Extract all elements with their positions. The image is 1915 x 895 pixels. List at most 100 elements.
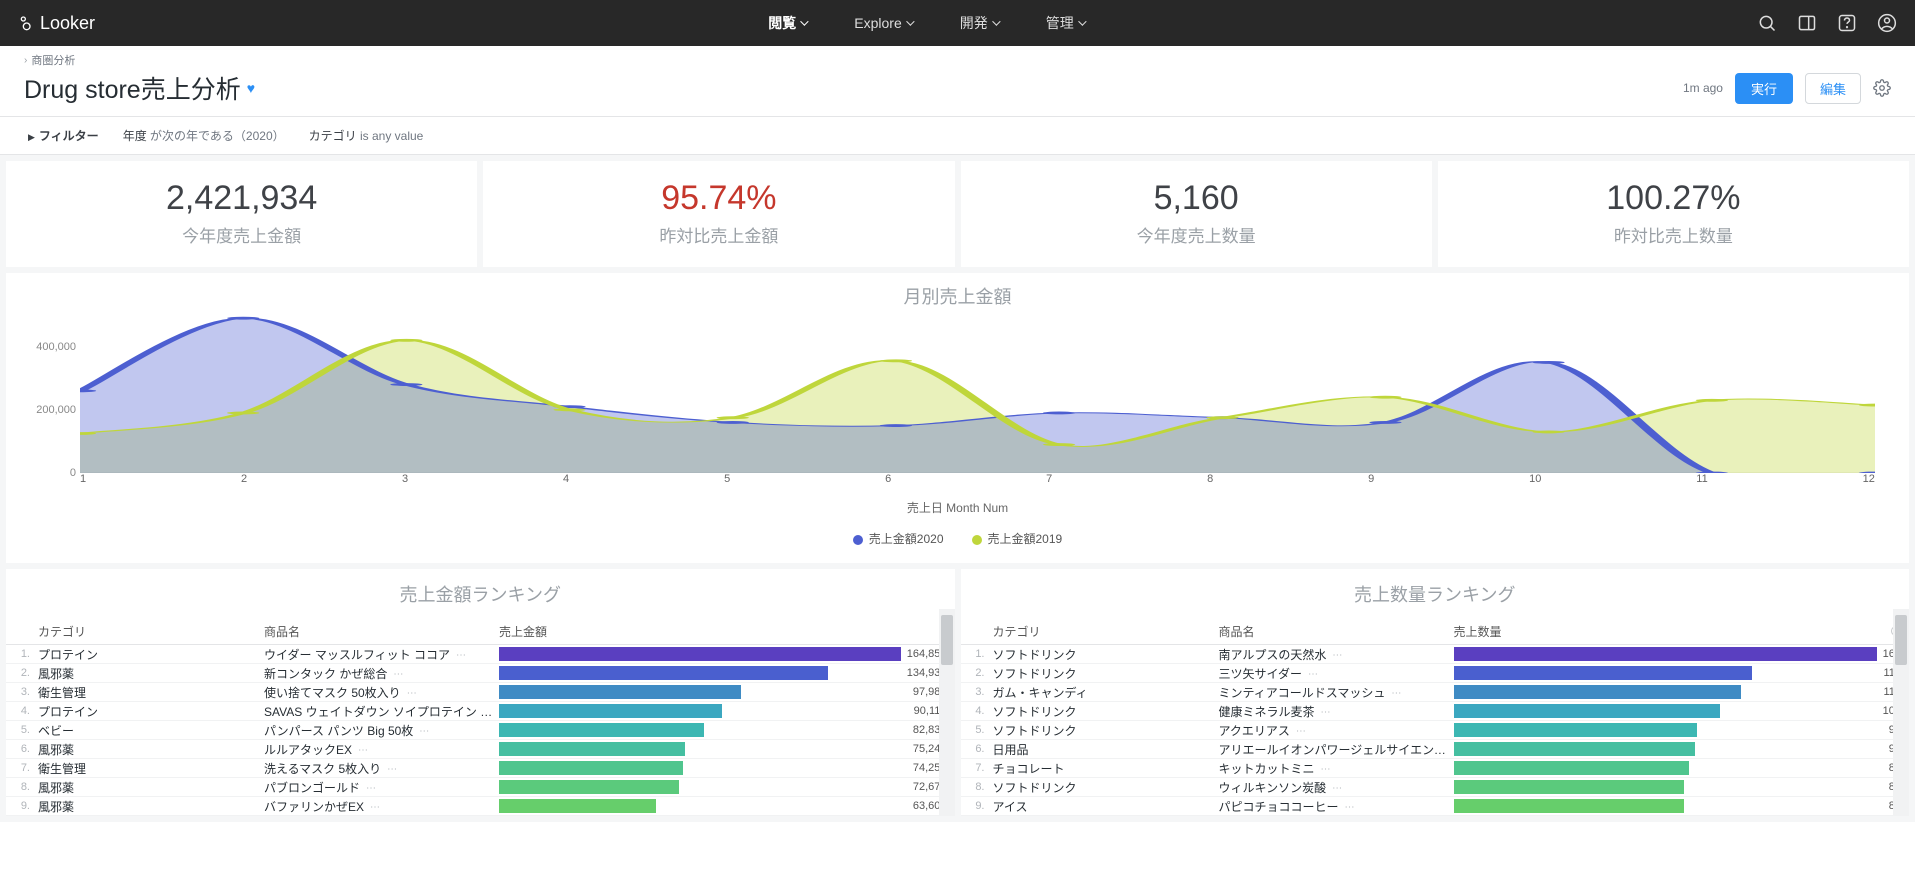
- rank-header: カテゴリ 商品名 売上金額: [6, 617, 955, 645]
- table-row[interactable]: 7. チョコレート キットカットミニ⋯ 89: [961, 759, 1910, 778]
- breadcrumb-chevron-icon: ›: [24, 55, 27, 66]
- rank-title: 売上金額ランキング: [6, 569, 955, 617]
- sub-header: › 商圏分析 Drug store売上分析 ♥ 1m ago 実行 編集: [0, 46, 1915, 116]
- kpi-label: 今年度売上金額: [6, 222, 477, 247]
- nav-item-2[interactable]: 開発: [960, 13, 998, 33]
- row-menu-icon[interactable]: ⋯: [1389, 688, 1403, 699]
- nav-right: [1757, 13, 1897, 33]
- user-icon[interactable]: [1877, 13, 1897, 33]
- search-icon[interactable]: [1757, 13, 1777, 33]
- breadcrumb-parent: 商圏分析: [31, 52, 75, 68]
- row-menu-icon[interactable]: ⋯: [405, 688, 419, 699]
- kpi-tile-1[interactable]: 95.74% 昨対比売上金額: [483, 161, 954, 267]
- chevron-down-icon: [992, 17, 1000, 25]
- kpi-value: 2,421,934: [6, 179, 477, 218]
- kpi-row: 2,421,934 今年度売上金額95.74% 昨対比売上金額5,160 今年度…: [6, 161, 1909, 267]
- nav-item-3[interactable]: 管理: [1046, 13, 1084, 33]
- table-row[interactable]: 8. 風邪薬 パブロンゴールド⋯ 72,672: [6, 778, 955, 797]
- row-menu-icon[interactable]: ⋯: [364, 783, 378, 794]
- table-row[interactable]: 9. 風邪薬 バファリンかぜEX⋯ 63,600: [6, 797, 955, 816]
- chart-plot: [80, 315, 1875, 473]
- table-row[interactable]: 3. 衛生管理 使い捨てマスク 50枚入り⋯ 97,980: [6, 683, 955, 702]
- rank-header: カテゴリ 商品名 売上数量: [961, 617, 1910, 645]
- help-icon[interactable]: [1837, 13, 1857, 33]
- kpi-label: 昨対比売上金額: [483, 222, 954, 247]
- table-row[interactable]: 7. 衛生管理 洗えるマスク 5枚入り⋯ 74,250: [6, 759, 955, 778]
- row-menu-icon[interactable]: ⋯: [417, 726, 431, 737]
- table-row[interactable]: 8. ソフトドリンク ウィルキンソン炭酸⋯ 87: [961, 778, 1910, 797]
- kpi-label: 昨対比売上数量: [1438, 222, 1909, 247]
- dashboard-body: 2,421,934 今年度売上金額95.74% 昨対比売上金額5,160 今年度…: [0, 155, 1915, 822]
- panel-icon[interactable]: [1797, 13, 1817, 33]
- table-row[interactable]: 1. プロテイン ウイダー マッスルフィット ココア⋯ 164,850: [6, 645, 955, 664]
- nav-center: 閲覧 Explore 開発 管理: [95, 13, 1757, 33]
- favorite-icon[interactable]: ♥: [247, 80, 255, 96]
- nav-item-0[interactable]: 閲覧: [768, 13, 806, 33]
- title-actions: 1m ago 実行 編集: [1683, 73, 1891, 104]
- edit-button[interactable]: 編集: [1805, 73, 1861, 104]
- table-row[interactable]: 5. ベビー パンパース パンツ Big 50枚⋯ 82,830: [6, 721, 955, 740]
- table-row[interactable]: 4. ソフトドリンク 健康ミネラル麦茶⋯ 102: [961, 702, 1910, 721]
- filter-chip-category[interactable]: カテゴリ is any value: [309, 127, 424, 144]
- run-button[interactable]: 実行: [1735, 73, 1793, 104]
- table-row[interactable]: 2. 風邪薬 新コンタック かぜ総合⋯ 134,937: [6, 664, 955, 683]
- page-title-text: Drug store売上分析: [24, 70, 241, 106]
- y-axis: 0200,000400,000: [30, 315, 80, 473]
- rank-title: 売上数量ランキング: [961, 569, 1910, 617]
- row-menu-icon[interactable]: ⋯: [1294, 726, 1308, 737]
- filters-label: フィルター: [39, 129, 99, 143]
- table-row[interactable]: 9. アイス パピコチョココーヒー⋯ 87: [961, 797, 1910, 816]
- row-menu-icon[interactable]: ⋯: [1319, 764, 1333, 775]
- row-menu-icon[interactable]: ⋯: [385, 764, 399, 775]
- rank-qty-card: 売上数量ランキング カテゴリ 商品名 売上数量 1. ソフトドリンク 南アルプス…: [961, 569, 1910, 816]
- table-row[interactable]: 6. 日用品 アリエールイオンパワージェルサイエンスプ…⋯ 91: [961, 740, 1910, 759]
- page-title: Drug store売上分析 ♥: [24, 70, 255, 106]
- table-row[interactable]: 2. ソフトドリンク 三ツ矢サイダー⋯ 114: [961, 664, 1910, 683]
- table-row[interactable]: 4. プロテイン SAVAS ウェイトダウン ソイプロテイン チョ…⋯ 90,1…: [6, 702, 955, 721]
- row-menu-icon[interactable]: ⋯: [1306, 669, 1320, 680]
- kpi-value: 95.74%: [483, 179, 954, 218]
- x-axis-label: 売上日 Month Num: [30, 499, 1885, 516]
- row-menu-icon[interactable]: ⋯: [1319, 707, 1333, 718]
- row-menu-icon[interactable]: ⋯: [356, 745, 370, 756]
- chevron-down-icon: [906, 17, 914, 25]
- monthly-sales-chart-card: 月別売上金額 0200,000400,000 123456789101112 売…: [6, 273, 1909, 563]
- kpi-value: 5,160: [961, 179, 1432, 218]
- chart-title: 月別売上金額: [30, 283, 1885, 309]
- chart-area[interactable]: 0200,000400,000 123456789101112: [30, 315, 1885, 495]
- looker-logo-icon: [18, 15, 34, 31]
- chart-legend: 売上金額2020 売上金額2019: [30, 530, 1885, 547]
- table-row[interactable]: 5. ソフトドリンク アクエリアス⋯ 92: [961, 721, 1910, 740]
- legend-item-1[interactable]: 売上金額2019: [972, 530, 1063, 547]
- rankings-row: 売上金額ランキング カテゴリ 商品名 売上金額 1. プロテイン ウイダー マッ…: [6, 569, 1909, 816]
- breadcrumb[interactable]: › 商圏分析: [24, 52, 1891, 68]
- scrollbar[interactable]: [939, 609, 955, 816]
- row-menu-icon[interactable]: ⋯: [1330, 783, 1344, 794]
- row-menu-icon[interactable]: ⋯: [454, 650, 468, 661]
- top-nav: Looker 閲覧 Explore 開発 管理: [0, 0, 1915, 46]
- row-menu-icon[interactable]: ⋯: [1343, 802, 1357, 813]
- brand-logo[interactable]: Looker: [18, 13, 95, 34]
- kpi-tile-3[interactable]: 100.27% 昨対比売上数量: [1438, 161, 1909, 267]
- table-row[interactable]: 3. ガム・キャンディ ミンティアコールドスマッシュ⋯ 110: [961, 683, 1910, 702]
- kpi-value: 100.27%: [1438, 179, 1909, 218]
- row-menu-icon[interactable]: ⋯: [391, 669, 405, 680]
- legend-item-0[interactable]: 売上金額2020: [853, 530, 944, 547]
- chevron-down-icon: [800, 17, 808, 25]
- table-row[interactable]: 1. ソフトドリンク 南アルプスの天然水⋯ 162: [961, 645, 1910, 664]
- kpi-label: 今年度売上数量: [961, 222, 1432, 247]
- x-axis: 123456789101112: [80, 473, 1875, 495]
- kpi-tile-0[interactable]: 2,421,934 今年度売上金額: [6, 161, 477, 267]
- row-menu-icon[interactable]: ⋯: [368, 802, 382, 813]
- scrollbar[interactable]: [1893, 609, 1909, 816]
- filters-toggle[interactable]: ▶フィルター: [28, 127, 99, 144]
- gear-icon[interactable]: [1873, 79, 1891, 97]
- rank-amount-card: 売上金額ランキング カテゴリ 商品名 売上金額 1. プロテイン ウイダー マッ…: [6, 569, 955, 816]
- kpi-tile-2[interactable]: 5,160 今年度売上数量: [961, 161, 1432, 267]
- table-row[interactable]: 6. 風邪薬 ルルアタックEX⋯ 75,240: [6, 740, 955, 759]
- filters-bar: ▶フィルター 年度 が次の年である（2020） カテゴリ is any valu…: [0, 116, 1915, 155]
- row-menu-icon[interactable]: ⋯: [1330, 650, 1344, 661]
- brand-name: Looker: [40, 13, 95, 34]
- filter-chip-year[interactable]: 年度 が次の年である（2020）: [123, 127, 285, 144]
- nav-item-1[interactable]: Explore: [854, 13, 911, 33]
